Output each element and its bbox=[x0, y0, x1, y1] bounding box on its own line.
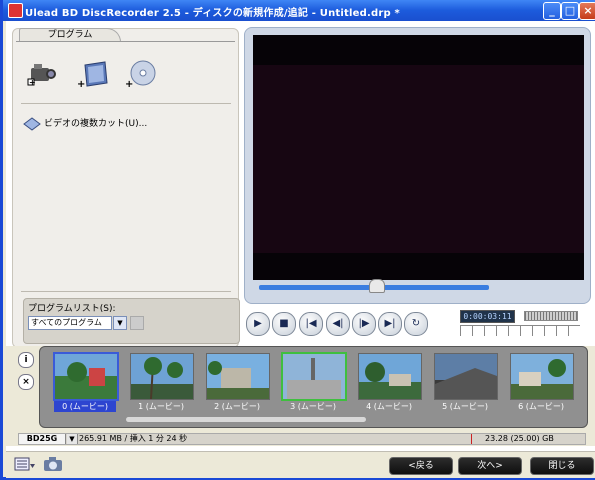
timecode-display[interactable]: 0:00:03:11 bbox=[460, 310, 515, 323]
program-panel: プログラム + + + ビデオの複数カット(U)... プログラムリスト(S):… bbox=[12, 28, 240, 348]
multi-cut-label: ビデオの複数カット(U)... bbox=[44, 119, 148, 129]
tab-divider bbox=[16, 41, 235, 42]
clip-label: 3 (ムービー) bbox=[290, 402, 336, 411]
playback-controls: ▶ ■ |◀ ◀| |▶ ▶| ↻ 0:00:03:11 bbox=[244, 309, 589, 343]
clip-thumbnail bbox=[53, 352, 119, 401]
app-window: Ulead BD DiscRecorder 2.5 - ディスクの新規作成/追記… bbox=[0, 0, 595, 480]
minimize-button[interactable]: _ bbox=[543, 2, 561, 20]
clip-label: 2 (ムービー) bbox=[214, 402, 260, 411]
clip-strip: 0 (ムービー) 1 (ムービー) 2 (ムービー) 3 (ムービー) 4 (ム… bbox=[39, 346, 588, 428]
jog-ruler[interactable] bbox=[460, 325, 580, 336]
clip-label: 0 (ムービー) bbox=[54, 401, 116, 412]
film-strip-icon: + bbox=[77, 61, 108, 90]
disc-usage-bar: BD25G ▼ 265.91 MB / 挿入 1 分 24 秒 23.28 (2… bbox=[18, 433, 586, 445]
clip-thumbnail bbox=[281, 352, 347, 401]
volume-slider[interactable] bbox=[524, 311, 578, 321]
capacity-marker bbox=[471, 434, 472, 444]
camera-icon[interactable] bbox=[42, 456, 64, 472]
capacity-text: 23.28 (25.00) GB bbox=[485, 434, 554, 443]
clip-thumbnail bbox=[510, 353, 574, 400]
capture-video-button[interactable]: + bbox=[25, 59, 59, 89]
close-dialog-button[interactable]: 閉じる bbox=[530, 457, 594, 475]
clip-label: 4 (ムービー) bbox=[366, 402, 412, 411]
clip-thumbnail bbox=[358, 353, 422, 400]
play-button[interactable]: ▶ bbox=[246, 312, 270, 336]
program-settings-button[interactable] bbox=[130, 316, 144, 330]
storyboard: i × 0 (ムービー) 1 (ムービー) 2 (ムービー) 3 (ムービー) … bbox=[6, 346, 595, 446]
storyboard-scrollbar[interactable] bbox=[126, 417, 366, 422]
delete-icon[interactable]: × bbox=[18, 374, 34, 390]
clip-item[interactable]: 6 (ムービー) bbox=[510, 353, 574, 411]
app-icon bbox=[8, 3, 23, 18]
clip-thumbnail bbox=[434, 353, 498, 400]
divider bbox=[21, 291, 231, 292]
back-button[interactable]: <戻る bbox=[389, 457, 453, 475]
svg-text:+: + bbox=[125, 79, 133, 89]
divider bbox=[21, 103, 231, 104]
svg-text:+: + bbox=[29, 78, 36, 87]
info-icon[interactable]: i bbox=[18, 352, 34, 368]
scissors-video-icon bbox=[23, 116, 41, 131]
go-to-start-button[interactable]: |◀ bbox=[299, 312, 323, 336]
import-disc-button[interactable]: + bbox=[123, 59, 157, 90]
storyboard-tools: i × bbox=[18, 352, 34, 392]
close-button[interactable]: × bbox=[579, 2, 595, 20]
title-bar: Ulead BD DiscRecorder 2.5 - ディスクの新規作成/追記… bbox=[3, 0, 595, 21]
svg-text:+: + bbox=[77, 79, 85, 89]
clip-item[interactable]: 1 (ムービー) bbox=[130, 353, 194, 411]
clip-label: 5 (ムービー) bbox=[442, 402, 488, 411]
tab-program[interactable]: プログラム bbox=[19, 28, 121, 42]
chevron-down-icon[interactable]: ▼ bbox=[113, 316, 127, 330]
clip-item[interactable]: 3 (ムービー) bbox=[281, 352, 347, 411]
next-frame-button[interactable]: |▶ bbox=[352, 312, 376, 336]
previous-frame-button[interactable]: ◀| bbox=[326, 312, 350, 336]
next-button[interactable]: 次へ> bbox=[458, 457, 522, 475]
window-title: Ulead BD DiscRecorder 2.5 - ディスクの新規作成/追記… bbox=[25, 8, 400, 19]
repeat-button[interactable]: ↻ bbox=[404, 312, 428, 336]
multi-cut-button[interactable]: ビデオの複数カット(U)... bbox=[23, 115, 147, 133]
clip-thumbnail bbox=[206, 353, 270, 400]
preview-screen bbox=[253, 35, 584, 280]
client-area: プログラム + + + ビデオの複数カット(U)... プログラムリスト(S):… bbox=[6, 21, 595, 478]
camcorder-icon: + bbox=[27, 64, 56, 87]
preview-panel bbox=[244, 27, 591, 304]
chevron-down-icon[interactable]: ▼ bbox=[67, 434, 78, 444]
clip-item[interactable]: 0 (ムービー) bbox=[53, 352, 119, 412]
clip-item[interactable]: 4 (ムービー) bbox=[358, 353, 422, 411]
clip-item[interactable]: 5 (ムービー) bbox=[434, 353, 498, 411]
list-settings-icon[interactable] bbox=[14, 456, 36, 472]
program-list-label: プログラムリスト(S): bbox=[28, 304, 116, 314]
clip-thumbnail bbox=[130, 353, 194, 400]
clip-item[interactable]: 2 (ムービー) bbox=[206, 353, 270, 411]
footer: <戻る 次へ> 閉じる bbox=[6, 451, 595, 478]
disc-type-select[interactable]: BD25G bbox=[19, 434, 66, 444]
disc-icon: + bbox=[125, 60, 156, 90]
used-space-text: 265.91 MB / 挿入 1 分 24 秒 bbox=[79, 434, 188, 443]
program-list-select[interactable]: すべてのプログラム bbox=[28, 316, 112, 330]
program-list-group: プログラムリスト(S): すべてのプログラム ▼ bbox=[23, 298, 240, 344]
scrub-handle[interactable] bbox=[369, 279, 385, 293]
go-to-end-button[interactable]: ▶| bbox=[378, 312, 402, 336]
video-frame bbox=[253, 65, 584, 253]
clip-label: 1 (ムービー) bbox=[138, 402, 184, 411]
clip-label: 6 (ムービー) bbox=[518, 402, 564, 411]
maximize-button[interactable]: □ bbox=[561, 2, 579, 20]
stop-button[interactable]: ■ bbox=[272, 312, 296, 336]
add-video-file-button[interactable]: + bbox=[75, 59, 109, 90]
